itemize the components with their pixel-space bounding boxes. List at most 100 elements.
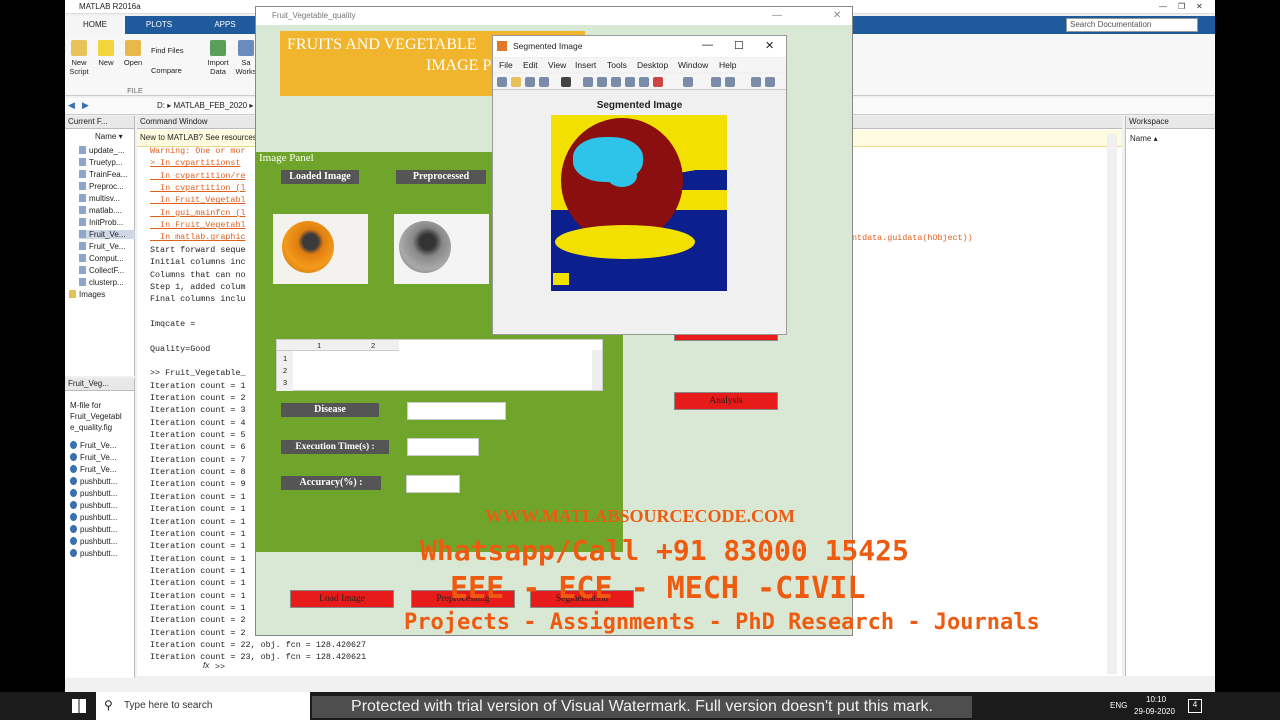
hide-tools-icon[interactable]: [751, 77, 761, 87]
zoom-in-icon[interactable]: [583, 77, 593, 87]
seg-close-icon[interactable]: ✕: [765, 39, 774, 52]
folder-item[interactable]: TrainFea...: [79, 170, 127, 179]
load-image-button[interactable]: Load Image: [290, 590, 394, 608]
menu-insert[interactable]: Insert: [575, 60, 596, 70]
command-output-line[interactable]: In Fruit_Vegetabl: [150, 220, 245, 230]
print-icon[interactable]: [539, 77, 549, 87]
open-icon[interactable]: [511, 77, 521, 87]
file-icon: [79, 194, 86, 202]
menu-view[interactable]: View: [548, 60, 566, 70]
new-button[interactable]: New: [95, 40, 117, 67]
detail-item[interactable]: Fruit_Ve...: [70, 465, 116, 474]
import-data-label: Import Data: [207, 58, 229, 76]
menu-desktop[interactable]: Desktop: [637, 60, 668, 70]
detail-item[interactable]: pushbutt...: [70, 477, 117, 486]
detail-item[interactable]: pushbutt...: [70, 501, 117, 510]
close-icon[interactable]: ✕: [1196, 2, 1203, 11]
folder-item-label: InitProb...: [89, 218, 124, 227]
taskbar-search[interactable]: ⚲ Type here to search: [96, 692, 310, 720]
import-data-button[interactable]: Import Data: [205, 40, 231, 76]
folder-item[interactable]: clusterp...: [79, 278, 124, 287]
maximize-icon[interactable]: ❐: [1178, 2, 1185, 11]
menu-help[interactable]: Help: [719, 60, 736, 70]
command-output-line[interactable]: In cvpartition (l: [150, 183, 245, 193]
save-workspace-button[interactable]: Sa Works: [235, 40, 257, 76]
workspace-header: Workspace: [1126, 116, 1215, 129]
tab-home[interactable]: HOME: [65, 16, 125, 34]
name-column-header[interactable]: Name ▾: [95, 132, 123, 141]
rotate-icon[interactable]: [625, 77, 635, 87]
segmented-shadow-region: [555, 225, 695, 259]
brush-icon[interactable]: [653, 77, 663, 87]
detail-item[interactable]: pushbutt...: [70, 513, 117, 522]
zoom-out-icon[interactable]: [597, 77, 607, 87]
back-icon[interactable]: ◀: [68, 100, 75, 111]
details-dropdown[interactable]: Fruit_Veg...: [65, 378, 134, 391]
windows-start-icon[interactable]: [72, 699, 86, 713]
language-indicator[interactable]: ENG: [1110, 701, 1127, 710]
link-icon[interactable]: [683, 77, 693, 87]
tab-apps[interactable]: APPS: [195, 16, 255, 34]
folder-item[interactable]: CollectF...: [79, 266, 124, 275]
compare-button[interactable]: Compare: [151, 66, 201, 75]
folder-item[interactable]: Fruit_Ve...: [79, 242, 125, 251]
folder-item[interactable]: update_...: [79, 146, 125, 155]
folder-item[interactable]: multisv...: [79, 194, 120, 203]
seg-maximize-icon[interactable]: ☐: [734, 39, 744, 52]
command-output-line[interactable]: In Fruit_Vegetabl: [150, 195, 245, 205]
clock-time[interactable]: 10:10: [1146, 695, 1166, 704]
menu-tools[interactable]: Tools: [607, 60, 627, 70]
disease-field[interactable]: [407, 402, 506, 420]
notification-icon[interactable]: 4: [1188, 699, 1202, 713]
gui-close-icon[interactable]: ✕: [833, 10, 841, 21]
search-documentation-input[interactable]: Search Documentation: [1066, 18, 1198, 32]
folder-item[interactable]: InitProb...: [79, 218, 123, 227]
detail-item[interactable]: pushbutt...: [70, 549, 117, 558]
execution-time-field[interactable]: [407, 438, 479, 456]
command-output-line[interactable]: In gui_mainfcn (l: [150, 208, 245, 218]
detail-item[interactable]: Fruit_Ve...: [70, 453, 116, 462]
dock-icon[interactable]: [765, 77, 775, 87]
menu-edit[interactable]: Edit: [523, 60, 538, 70]
command-output-line[interactable]: In cvpartition/re: [150, 171, 245, 181]
seg-minimize-icon[interactable]: —: [702, 39, 713, 51]
menu-file[interactable]: File: [499, 60, 513, 70]
folder-item-selected[interactable]: Fruit_Ve...: [79, 230, 135, 239]
gui-minimize-icon[interactable]: —: [772, 10, 782, 21]
new-figure-icon[interactable]: [497, 77, 507, 87]
command-output-line[interactable]: > In cvpartitionst: [150, 158, 240, 168]
image-panel-title: Image Panel: [259, 152, 314, 164]
pan-icon[interactable]: [611, 77, 621, 87]
command-output-line[interactable]: In matlab.graphic: [150, 232, 245, 242]
find-files-button[interactable]: Find Files: [151, 46, 201, 55]
save-icon[interactable]: [525, 77, 535, 87]
workspace-name-column[interactable]: Name ▴: [1130, 134, 1158, 143]
folder-item[interactable]: matlab....: [79, 206, 122, 215]
pointer-icon[interactable]: [561, 77, 571, 87]
analysis-button[interactable]: Analysis: [674, 392, 778, 410]
folder-item[interactable]: Comput...: [79, 254, 124, 263]
legend-icon[interactable]: [725, 77, 735, 87]
detail-item[interactable]: pushbutt...: [70, 489, 117, 498]
data-cursor-icon[interactable]: [639, 77, 649, 87]
new-script-button[interactable]: New Script: [68, 40, 90, 76]
folder-item[interactable]: Truetyp...: [79, 158, 123, 167]
table-scrollbar[interactable]: [592, 350, 602, 390]
detail-item[interactable]: pushbutt...: [70, 525, 117, 534]
folder-item[interactable]: Preproc...: [79, 182, 124, 191]
command-prompt[interactable]: >>: [215, 662, 225, 672]
command-scrollbar[interactable]: [1107, 134, 1117, 674]
detail-item[interactable]: pushbutt...: [70, 537, 117, 546]
colorbar-icon[interactable]: [711, 77, 721, 87]
minimize-icon[interactable]: —: [1159, 2, 1167, 11]
tab-plots[interactable]: PLOTS: [129, 16, 189, 34]
open-button[interactable]: Open: [122, 40, 144, 67]
current-path[interactable]: D: ▸ MATLAB_FEB_2020 ▸: [157, 101, 253, 110]
folder-item[interactable]: Images: [69, 290, 105, 299]
forward-icon[interactable]: ▶: [82, 100, 89, 111]
result-table[interactable]: 1 2 1 2 3: [276, 339, 603, 391]
menu-window[interactable]: Window: [678, 60, 708, 70]
detail-item[interactable]: Fruit_Ve...: [70, 441, 116, 450]
accuracy-field[interactable]: [406, 475, 460, 493]
clock-date[interactable]: 29-09-2020: [1134, 707, 1175, 716]
